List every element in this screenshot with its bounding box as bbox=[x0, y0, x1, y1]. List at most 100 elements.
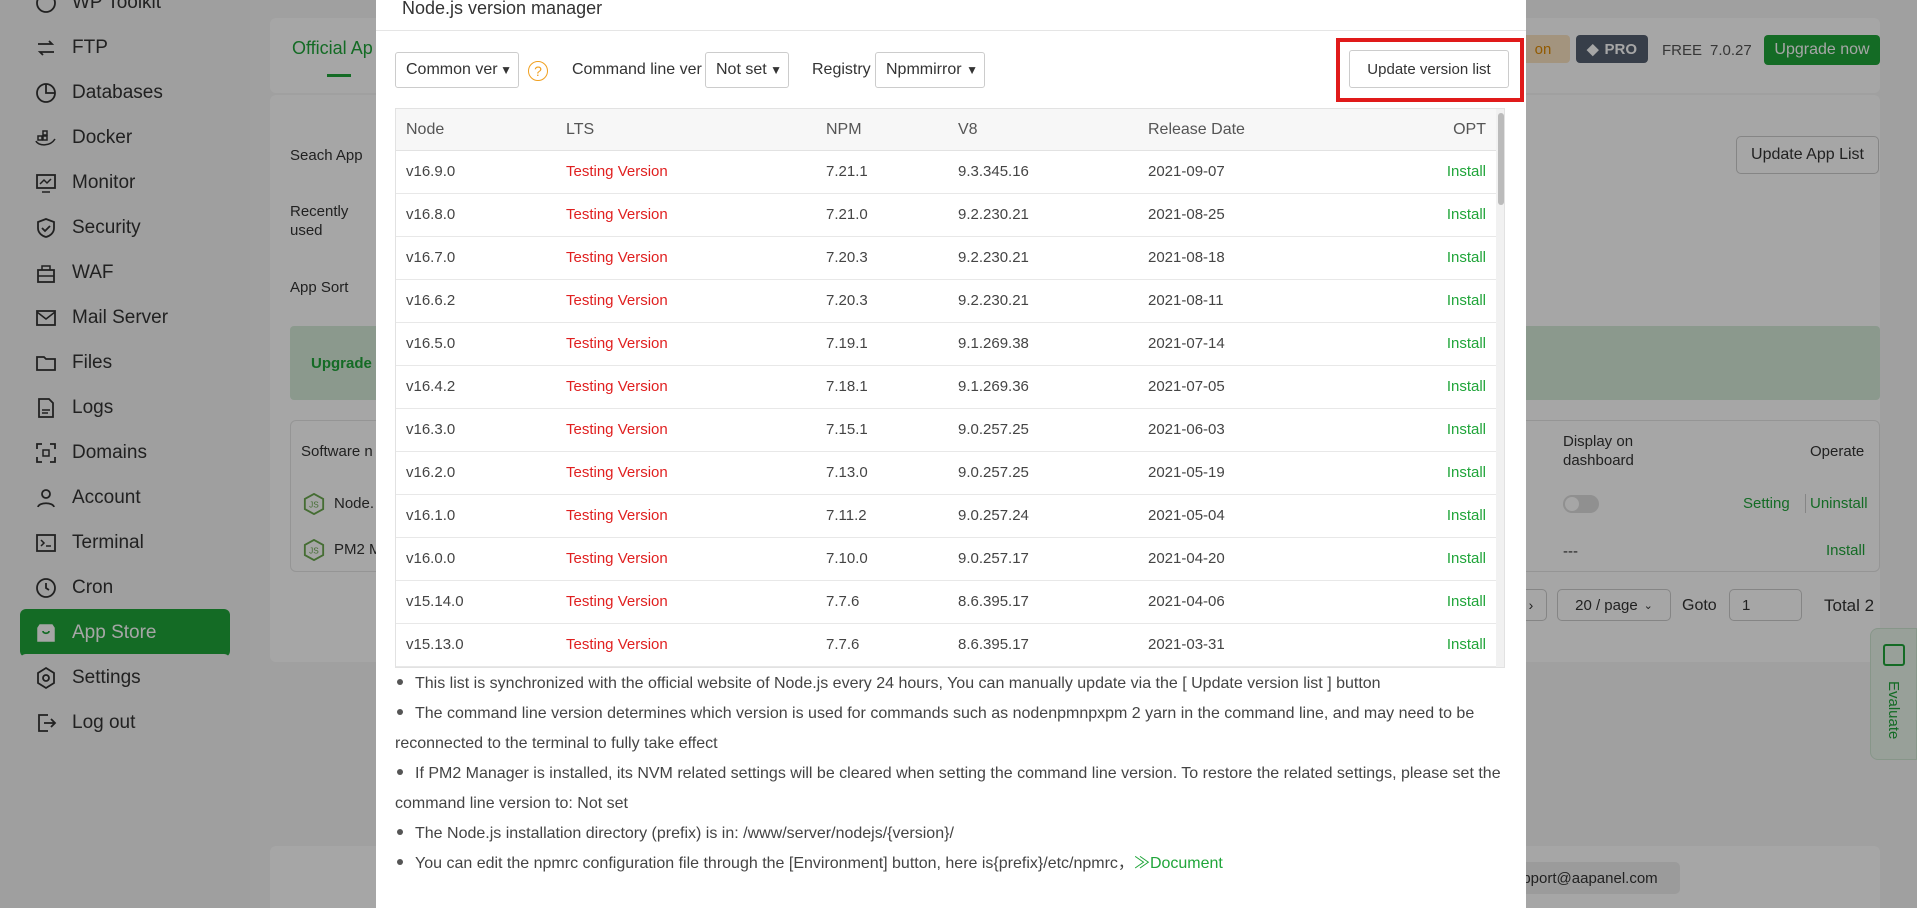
col-opt: OPT bbox=[1453, 121, 1486, 138]
table-row: v16.0.0 Testing Version 7.10.0 9.0.257.17 20… bbox=[396, 538, 1496, 581]
cell-lts: Testing Version bbox=[566, 636, 668, 653]
table-row: v16.2.0 Testing Version 7.13.0 9.0.257.25 20… bbox=[396, 452, 1496, 495]
cell-lts: Testing Version bbox=[566, 249, 668, 266]
install-link[interactable]: Install bbox=[1447, 550, 1486, 567]
table-row bbox=[396, 667, 1496, 668]
install-link[interactable]: Install bbox=[1447, 206, 1486, 223]
table-scrollbar-thumb[interactable] bbox=[1498, 113, 1504, 205]
col-release-date: Release Date bbox=[1148, 121, 1245, 138]
cell-v8: 9.0.257.25 bbox=[958, 421, 1029, 438]
note-5: You can edit the npmrc configuration fil… bbox=[395, 849, 1520, 879]
highlight-frame bbox=[1336, 38, 1524, 102]
table-row: v16.7.0 Testing Version 7.20.3 9.2.230.21 20… bbox=[396, 237, 1496, 280]
document-link[interactable]: ≫Document bbox=[1134, 855, 1223, 872]
col-npm: NPM bbox=[826, 121, 862, 138]
table-row: v16.6.2 Testing Version 7.20.3 9.2.230.21 20… bbox=[396, 280, 1496, 323]
cell-npm: 7.7.6 bbox=[826, 593, 860, 610]
install-link[interactable]: Install bbox=[1447, 163, 1486, 180]
table-row: v15.13.0 Testing Version 7.7.6 8.6.395.17 20… bbox=[396, 624, 1496, 667]
cell-lts: Testing Version bbox=[566, 163, 668, 180]
question-icon[interactable]: ? bbox=[528, 61, 548, 81]
common-version-select[interactable]: Common ver ▼ bbox=[395, 52, 519, 88]
col-lts: LTS bbox=[566, 121, 595, 138]
table-row: v16.1.0 Testing Version 7.11.2 9.0.257.24 20… bbox=[396, 495, 1496, 538]
note-1-text: This list is synchronized with the offic… bbox=[415, 675, 1381, 692]
cell-npm: 7.11.2 bbox=[826, 507, 867, 524]
cell-date: 2021-08-11 bbox=[1148, 292, 1224, 309]
cell-npm: 7.18.1 bbox=[826, 378, 868, 395]
table-row: v16.9.0 Testing Version 7.21.1 9.3.345.16 20… bbox=[396, 151, 1496, 194]
cell-v8: 9.0.257.24 bbox=[958, 507, 1029, 524]
cell-date: 2021-04-06 bbox=[1148, 593, 1225, 610]
cell-v8: 9.2.230.21 bbox=[958, 292, 1029, 309]
cell-lts: Testing Version bbox=[566, 507, 668, 524]
table-row: v15.14.0 Testing Version 7.7.6 8.6.395.17 20… bbox=[396, 581, 1496, 624]
modal-title: Node.js version manager bbox=[402, 0, 603, 18]
cell-node: v16.4.2 bbox=[406, 378, 456, 395]
command-line-value: Not set bbox=[716, 61, 767, 78]
cell-date: 2021-06-03 bbox=[1148, 421, 1225, 438]
install-link[interactable]: Install bbox=[1447, 464, 1486, 481]
registry-value: Npmmirror bbox=[886, 61, 962, 78]
cell-node: v16.9.0 bbox=[406, 163, 456, 180]
cell-v8: 9.0.257.17 bbox=[958, 550, 1029, 567]
cell-lts: Testing Version bbox=[566, 421, 668, 438]
cell-node: v16.8.0 bbox=[406, 206, 456, 223]
install-link[interactable]: Install bbox=[1447, 507, 1486, 524]
install-link[interactable]: Install bbox=[1447, 335, 1486, 352]
install-link[interactable]: Install bbox=[1447, 292, 1486, 309]
nodejs-version-manager-dialog: Node.js version manager Common ver ▼ ? Co… bbox=[376, 0, 1526, 908]
install-link[interactable]: Install bbox=[1447, 593, 1486, 610]
cell-node: v16.7.0 bbox=[406, 249, 456, 266]
registry-select[interactable]: Npmmirror ▼ bbox=[875, 52, 985, 88]
install-link[interactable]: Install bbox=[1447, 378, 1486, 395]
cell-lts: Testing Version bbox=[566, 550, 668, 567]
cell-node: v16.3.0 bbox=[406, 421, 456, 438]
note-2-text: The command line version determines whic… bbox=[395, 705, 1475, 752]
chevron-down-icon: ▼ bbox=[500, 63, 512, 77]
table-header: Node LTS NPM V8 Release Date OPT bbox=[396, 109, 1496, 151]
cell-date: 2021-03-31 bbox=[1148, 636, 1225, 653]
cell-lts: Testing Version bbox=[566, 335, 668, 352]
bullet-icon bbox=[397, 709, 403, 715]
table-row: v16.5.0 Testing Version 7.19.1 9.1.269.38 20… bbox=[396, 323, 1496, 366]
cell-npm: 7.13.0 bbox=[826, 464, 868, 481]
cell-node: v15.14.0 bbox=[406, 593, 464, 610]
chevron-down-icon: ▼ bbox=[770, 63, 782, 77]
common-version-value: Common ver bbox=[406, 61, 498, 78]
note-2: The command line version determines whic… bbox=[395, 699, 1520, 759]
col-v8: V8 bbox=[958, 121, 978, 138]
cell-v8: 9.2.230.21 bbox=[958, 206, 1029, 223]
cell-lts: Testing Version bbox=[566, 378, 668, 395]
cell-node: v16.5.0 bbox=[406, 335, 456, 352]
cell-npm: 7.20.3 bbox=[826, 249, 868, 266]
cell-lts: Testing Version bbox=[566, 593, 668, 610]
cell-npm: 7.19.1 bbox=[826, 335, 868, 352]
cell-v8: 8.6.395.17 bbox=[958, 593, 1029, 610]
table-row: v16.4.2 Testing Version 7.18.1 9.1.269.36 20… bbox=[396, 366, 1496, 409]
command-line-label: Command line ver bbox=[572, 61, 702, 78]
note-3: If PM2 Manager is installed, its NVM rel… bbox=[395, 759, 1520, 819]
cell-date: 2021-08-18 bbox=[1148, 249, 1225, 266]
cell-date: 2021-05-04 bbox=[1148, 507, 1225, 524]
table-row: v16.3.0 Testing Version 7.15.1 9.0.257.25 20… bbox=[396, 409, 1496, 452]
install-link[interactable]: Install bbox=[1447, 636, 1486, 653]
cell-npm: 7.10.0 bbox=[826, 550, 868, 567]
chevron-down-icon: ▼ bbox=[966, 63, 978, 77]
note-5-text: You can edit the npmrc configuration fil… bbox=[415, 855, 1134, 872]
cell-npm: 7.21.0 bbox=[826, 206, 868, 223]
cell-npm: 7.20.3 bbox=[826, 292, 868, 309]
cell-date: 2021-09-07 bbox=[1148, 163, 1225, 180]
cell-date: 2021-07-05 bbox=[1148, 378, 1225, 395]
install-link[interactable]: Install bbox=[1447, 249, 1486, 266]
col-node: Node bbox=[406, 121, 445, 138]
cell-v8: 9.2.230.21 bbox=[958, 249, 1029, 266]
command-line-select[interactable]: Not set ▼ bbox=[705, 52, 789, 88]
cell-v8: 9.1.269.38 bbox=[958, 335, 1029, 352]
bullet-icon bbox=[397, 859, 403, 865]
install-link[interactable]: Install bbox=[1447, 421, 1486, 438]
note-4: The Node.js installation directory (pref… bbox=[395, 819, 1520, 849]
cell-v8: 9.3.345.16 bbox=[958, 163, 1029, 180]
cell-lts: Testing Version bbox=[566, 464, 668, 481]
cell-v8: 9.0.257.25 bbox=[958, 464, 1029, 481]
